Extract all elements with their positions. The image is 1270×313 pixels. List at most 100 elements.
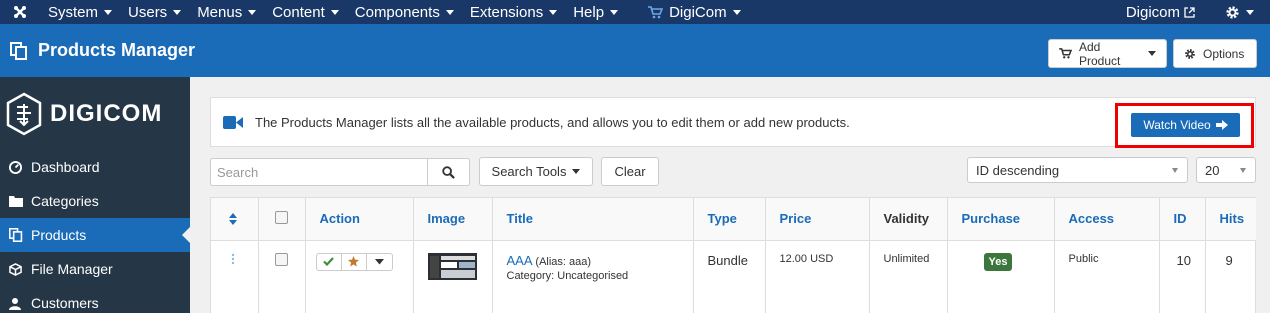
select-all-header[interactable] [258,198,306,241]
menu-system[interactable]: System [40,0,120,24]
action-button-group [315,252,393,271]
caret-down-icon [248,9,257,15]
column-header-hits[interactable]: Hits [1205,198,1256,241]
products-icon [0,228,31,242]
row-checkbox[interactable] [274,252,288,266]
caret-down-icon [104,9,113,15]
search-icon [442,165,455,179]
info-message: The Products Manager lists all the avail… [255,114,850,130]
dropdown-arrow-icon [1172,168,1178,173]
price-cell: 12.00 USD [765,240,870,313]
search-button[interactable] [427,158,470,186]
select-all-checkbox[interactable] [274,210,288,224]
row-select-cell [258,240,306,313]
sidebar-item-file-manager[interactable]: File Manager [0,252,190,286]
published-check-icon[interactable] [317,253,342,270]
drag-handle-icon [231,253,258,265]
joomla-logo-icon[interactable] [0,0,40,24]
table-header-row: Action Image Title Type Price Validity P… [211,198,1256,241]
clear-button[interactable]: Clear [601,157,659,186]
hits-cell: 9 [1225,252,1233,268]
product-title-link[interactable]: AAA [507,253,532,268]
product-thumbnail[interactable] [427,252,477,280]
digicom-logo-icon [6,92,42,136]
options-button[interactable]: Options [1173,39,1257,68]
caret-down-icon [549,9,558,15]
caret-down-icon [572,169,581,174]
purchase-cell: Yes [947,240,1055,313]
user-settings-menu[interactable] [1217,0,1270,24]
sidebar-item-label: Customers [31,295,99,311]
action-cell [305,240,414,313]
cube-icon [0,262,31,276]
top-navbar: System Users Menus Content Components Ex… [0,0,1270,24]
image-cell [413,240,493,313]
sidebar-item-label: Dashboard [31,159,100,175]
column-header-id[interactable]: ID [1159,198,1206,241]
video-camera-icon [223,115,243,129]
ordering-value: ID descending [976,162,1060,178]
featured-star-icon[interactable] [342,253,367,270]
sidebar-item-label: Categories [31,193,99,209]
arrow-right-icon [1215,120,1228,130]
access-cell: Public [1054,240,1160,313]
dropdown-arrow-icon [1240,168,1246,173]
gear-icon [1184,48,1196,60]
menu-label: Content [272,3,325,21]
digicom-logo: DIGICOM [0,77,190,150]
column-header-action[interactable]: Action [305,198,414,241]
action-dropdown-toggle[interactable] [367,254,392,270]
title-cell: AAA (Alias: aaa) Category: Uncategorised [492,240,694,313]
page-title: Products Manager [10,40,195,61]
options-label: Options [1203,46,1245,61]
sidebar-item-label: File Manager [31,261,113,277]
menu-content[interactable]: Content [264,0,347,24]
menu-digicom[interactable]: DigiCom [640,0,749,24]
search-input[interactable] [210,158,428,186]
column-header-access[interactable]: Access [1054,198,1160,241]
column-header-title[interactable]: Title [492,198,694,241]
menu-extensions[interactable]: Extensions [462,0,565,24]
product-alias: (Alias: aaa) [535,255,592,268]
add-product-button[interactable]: Add Product [1048,39,1167,68]
caret-down-icon [1246,9,1254,15]
search-tools-button[interactable]: Search Tools [479,157,593,186]
sidebar: DIGICOM Dashboard Categories Products Fi… [0,77,190,313]
ordering-sort-header[interactable] [211,198,259,241]
validity-cell: Unlimited [869,240,948,313]
dashboard-icon [0,160,31,174]
column-header-image[interactable]: Image [413,198,493,241]
ordering-select[interactable]: ID descending [967,157,1188,183]
gear-icon [1225,5,1240,20]
clear-label: Clear [614,164,646,179]
menu-help[interactable]: Help [565,0,626,24]
menu-label: Extensions [469,3,544,21]
sidebar-item-dashboard[interactable]: Dashboard [0,150,190,184]
menu-label: Components [354,3,440,21]
watch-video-label: Watch Video [1143,118,1211,132]
menu-label: System [48,3,99,21]
site-link[interactable]: Digicom [1118,0,1203,24]
page-header: Products Manager Add Product Options [0,24,1270,77]
limit-select[interactable]: 20 [1196,157,1256,183]
search-tools-label: Search Tools [491,164,567,179]
caret-down-icon [610,9,619,15]
drag-handle[interactable] [211,240,259,313]
menu-components[interactable]: Components [347,0,462,24]
sidebar-item-categories[interactable]: Categories [0,184,190,218]
sidebar-item-customers[interactable]: Customers [0,286,190,313]
products-table: Action Image Title Type Price Validity P… [210,197,1256,313]
watch-video-button[interactable]: Watch Video [1131,113,1240,137]
menu-label: Menus [197,3,243,21]
column-header-purchase[interactable]: Purchase [947,198,1055,241]
menu-menus[interactable]: Menus [189,0,264,24]
column-header-validity: Validity [869,198,948,241]
folder-icon [0,195,31,207]
sidebar-item-label: Products [31,227,87,243]
column-header-price[interactable]: Price [765,198,870,241]
caret-down-icon [445,9,454,15]
column-header-type[interactable]: Type [693,198,766,241]
sidebar-item-products[interactable]: Products [0,218,190,252]
info-panel: The Products Manager lists all the avail… [210,97,1256,147]
menu-users[interactable]: Users [120,0,189,24]
